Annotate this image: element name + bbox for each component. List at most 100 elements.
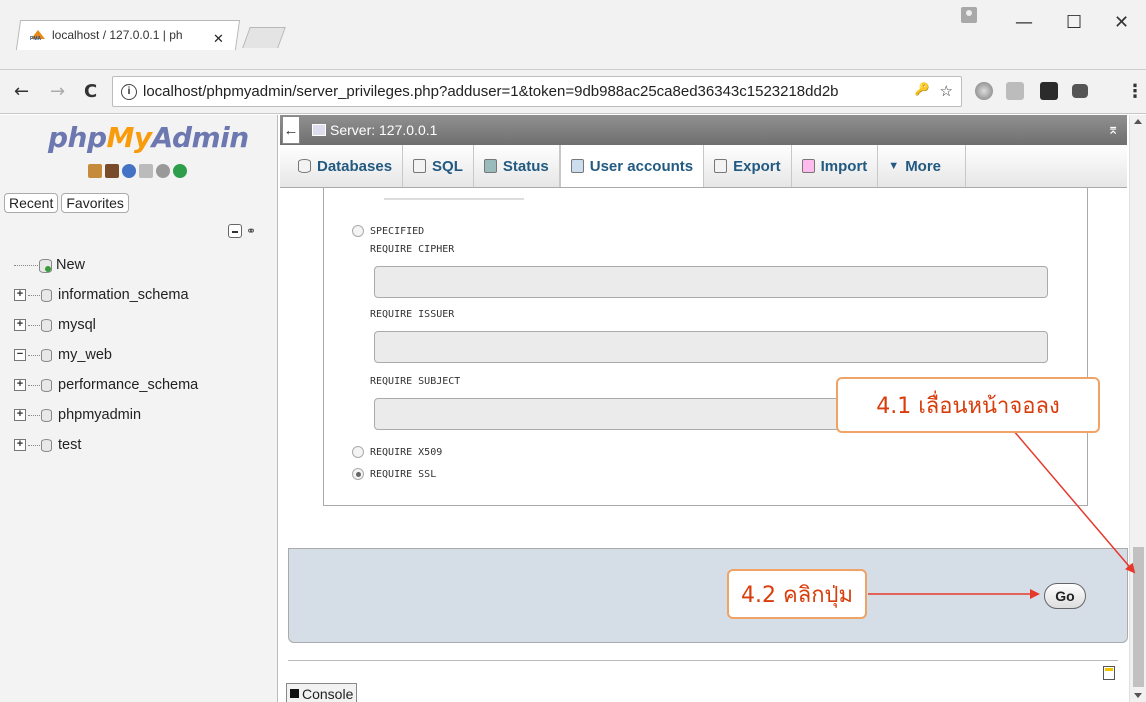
- export-icon: [714, 159, 728, 173]
- tree-item-mysql[interactable]: + mysql: [14, 310, 198, 340]
- back-icon[interactable]: ←: [14, 81, 29, 102]
- tab-user-accounts[interactable]: User accounts: [559, 145, 705, 187]
- tree-connector: [28, 384, 40, 386]
- require-ssl-option[interactable]: REQUIRE SSL: [352, 465, 436, 480]
- tab-export[interactable]: Export: [704, 145, 792, 187]
- favorites-button[interactable]: Favorites: [61, 193, 129, 213]
- site-info-icon[interactable]: i: [121, 83, 137, 100]
- database-icon: [41, 348, 52, 362]
- address-bar[interactable]: i localhost/phpmyadmin/server_privileges…: [112, 76, 962, 107]
- extension-tool-icon[interactable]: [1006, 82, 1024, 100]
- server-breadcrumb: ← Server: 127.0.0.1 ⌆: [280, 115, 1127, 145]
- settings-gear-icon[interactable]: [156, 164, 170, 178]
- minimize-icon[interactable]: —: [1015, 12, 1033, 33]
- tab-label: Import: [820, 157, 868, 175]
- tree-controls: ⚭: [228, 224, 256, 238]
- expand-icon[interactable]: +: [14, 409, 26, 421]
- reload-icon[interactable]: C: [84, 81, 97, 102]
- link-with-main-icon[interactable]: ⚭: [246, 224, 256, 238]
- maximize-icon[interactable]: ☐: [1066, 12, 1082, 33]
- new-tab-button[interactable]: [242, 27, 286, 48]
- require-cipher-input[interactable]: [374, 266, 1048, 298]
- browser-tab-content[interactable]: PMA localhost / 127.0.0.1 | ph: [30, 28, 183, 42]
- forward-icon[interactable]: →: [50, 81, 65, 102]
- scrollbar-thumb[interactable]: [1133, 547, 1144, 687]
- tab-status[interactable]: Status: [474, 145, 560, 187]
- tab-databases[interactable]: Databases: [288, 145, 404, 187]
- key-icon[interactable]: 🔑: [915, 82, 930, 100]
- tab-label: Export: [733, 157, 781, 175]
- window-close-icon[interactable]: ✕: [1114, 12, 1129, 33]
- expand-icon[interactable]: +: [14, 319, 26, 331]
- tree-item-performance-schema[interactable]: + performance_schema: [14, 370, 198, 400]
- require-subject-label: REQUIRE SUBJECT: [370, 376, 461, 387]
- require-issuer-label: REQUIRE ISSUER: [370, 309, 455, 320]
- tab-title: localhost / 127.0.0.1 | ph: [52, 28, 183, 42]
- top-menu: Databases SQL Status User accounts Expor…: [280, 145, 1127, 188]
- tree-connector: [28, 294, 40, 296]
- console-tab[interactable]: Console: [286, 683, 358, 702]
- go-button[interactable]: Go: [1044, 583, 1086, 609]
- help-icon[interactable]: [122, 164, 136, 178]
- tab-import[interactable]: Import: [792, 145, 879, 187]
- scroll-down-icon[interactable]: [1134, 693, 1142, 698]
- specified-radio[interactable]: [352, 224, 364, 237]
- browser-navbar: ← → C i localhost/phpmyadmin/server_priv…: [0, 70, 1146, 114]
- collapse-header-icon[interactable]: ⌆: [1107, 121, 1119, 138]
- require-issuer-input[interactable]: [374, 331, 1048, 363]
- extension-globe-icon[interactable]: [975, 82, 993, 100]
- pdf-extension-icon[interactable]: [1040, 82, 1058, 100]
- tree-connector: [28, 444, 40, 446]
- docs-icon[interactable]: [139, 164, 153, 178]
- tree-item-information-schema[interactable]: + information_schema: [14, 280, 198, 310]
- divider: [288, 660, 1118, 661]
- tree-item-label: phpmyadmin: [58, 407, 142, 423]
- database-icon: [298, 159, 311, 173]
- tree-item-my-web[interactable]: − my_web: [14, 340, 198, 370]
- tree-item-new[interactable]: New: [14, 250, 198, 280]
- server-icon: [312, 124, 326, 136]
- tree-item-test[interactable]: + test: [14, 430, 198, 460]
- require-x509-option[interactable]: REQUIRE X509: [352, 443, 442, 458]
- expand-icon[interactable]: +: [14, 379, 26, 391]
- database-icon: [41, 288, 52, 302]
- tree-item-phpmyadmin[interactable]: + phpmyadmin: [14, 400, 198, 430]
- new-database-icon: [39, 258, 52, 273]
- logout-icon[interactable]: [105, 164, 119, 178]
- tree-connector: [28, 324, 40, 326]
- annotation-step-1: 4.1 เลื่อนหน้าจอลง: [836, 377, 1100, 433]
- bookmark-star-icon[interactable]: ☆: [940, 82, 953, 100]
- page-settings-icon[interactable]: [1103, 666, 1115, 680]
- toggle-nav-arrow-icon[interactable]: ←: [282, 116, 300, 144]
- page-scrollbar[interactable]: [1129, 115, 1146, 702]
- browser-menu-icon[interactable]: ⋮: [1126, 81, 1144, 102]
- tab-label: User accounts: [589, 157, 694, 175]
- specified-option[interactable]: SPECIFIED: [352, 222, 424, 237]
- tab-sql[interactable]: SQL: [403, 145, 474, 187]
- user-accounts-icon: [570, 159, 584, 173]
- require-ssl-radio[interactable]: [352, 467, 364, 480]
- collapse-icon[interactable]: −: [14, 349, 26, 361]
- scroll-up-icon[interactable]: [1134, 119, 1142, 124]
- home-icon[interactable]: [88, 164, 102, 178]
- logo-admin-text: Admin: [151, 121, 250, 154]
- camera-icon[interactable]: [1072, 84, 1088, 98]
- recent-button[interactable]: Recent: [4, 193, 59, 213]
- require-x509-label: REQUIRE X509: [370, 447, 443, 458]
- reload-nav-icon[interactable]: [173, 164, 187, 178]
- ssl-fieldset: SPECIFIED REQUIRE CIPHER REQUIRE ISSUER …: [323, 188, 1088, 506]
- tree-item-label: mysql: [58, 317, 96, 333]
- database-icon: [41, 408, 52, 422]
- annotation-step-2-text: 4.2 คลิกปุ่ม: [741, 582, 853, 608]
- profile-icon[interactable]: [961, 7, 977, 23]
- expand-icon[interactable]: +: [14, 439, 26, 451]
- require-x509-radio[interactable]: [352, 445, 364, 458]
- expand-icon[interactable]: +: [14, 289, 26, 301]
- phpmyadmin-logo[interactable]: phpMyAdmin: [48, 121, 249, 154]
- server-title[interactable]: Server: 127.0.0.1: [330, 122, 437, 138]
- tab-label: SQL: [432, 157, 463, 175]
- tab-close-icon[interactable]: ✕: [213, 31, 224, 47]
- require-ssl-label: REQUIRE SSL: [370, 469, 437, 480]
- tab-more[interactable]: ▼ More: [878, 145, 967, 187]
- collapse-all-icon[interactable]: [228, 224, 242, 238]
